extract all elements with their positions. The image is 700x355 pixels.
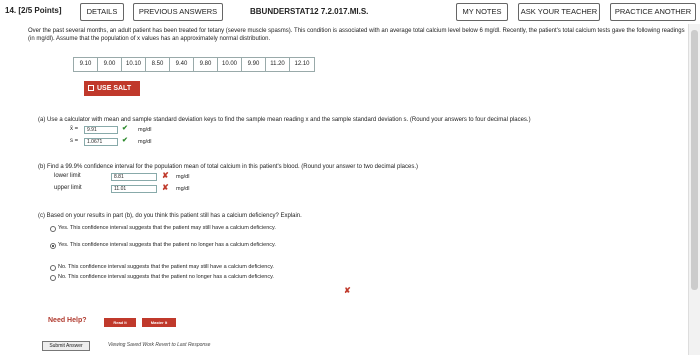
reading-cell: 11.20: [266, 58, 290, 71]
option-2[interactable]: Yes. This confidence interval suggests t…: [50, 242, 378, 249]
question-id: BBUNDERSTAT12 7.2.017.MI.S.: [250, 7, 369, 16]
option-label: No. This confidence interval suggests th…: [58, 264, 274, 270]
scrollbar-thumb[interactable]: [691, 30, 698, 290]
reading-cell: 12.10: [290, 58, 314, 71]
question-intro: Over the past several months, an adult p…: [28, 28, 685, 42]
reading-cell: 9.90: [242, 58, 266, 71]
option-3[interactable]: No. This confidence interval suggests th…: [50, 264, 378, 271]
radio-button[interactable]: [50, 226, 56, 232]
radio-button-selected[interactable]: [50, 243, 56, 249]
reading-cell: 9.40: [170, 58, 194, 71]
need-help-label: Need Help?: [48, 317, 87, 324]
saved-work-links[interactable]: Viewing Saved Work Revert to Last Respon…: [108, 342, 210, 348]
reading-cell: 10.00: [218, 58, 242, 71]
submit-answer-button[interactable]: Submit Answer: [42, 341, 90, 351]
use-salt-button[interactable]: USE SALT: [84, 81, 140, 96]
details-button[interactable]: DETAILS: [80, 3, 124, 21]
option-label: Yes. This confidence interval suggests t…: [58, 242, 276, 248]
question-header: 14. [2/5 Points] DETAILS PREVIOUS ANSWER…: [0, 0, 700, 24]
reading-cell: 10.10: [122, 58, 146, 71]
correct-check-icon: ✔: [122, 125, 128, 132]
reading-cell: 8.50: [146, 58, 170, 71]
read-it-button[interactable]: Read It: [104, 318, 136, 327]
incorrect-x-icon: ✘: [162, 171, 169, 180]
reading-cell: 9.00: [98, 58, 122, 71]
readings-table: 9.10 9.00 10.10 8.50 9.40 9.80 10.00 9.9…: [73, 57, 315, 72]
my-notes-button[interactable]: MY NOTES: [456, 3, 508, 21]
xbar-label: x̄ =: [70, 126, 79, 132]
s-label: s =: [70, 138, 79, 144]
option-label: No. This confidence interval suggests th…: [58, 274, 274, 280]
ask-teacher-button[interactable]: ASK YOUR TEACHER: [518, 3, 600, 21]
option-4[interactable]: No. This confidence interval suggests th…: [50, 274, 378, 281]
lower-limit-label: lower limit: [54, 173, 81, 179]
part-b-prompt: (b) Find a 99.9% confidence interval for…: [38, 164, 419, 170]
s-input[interactable]: 1.0671: [84, 138, 118, 146]
radio-button[interactable]: [50, 275, 56, 281]
part-c-prompt: (c) Based on your results in part (b), d…: [38, 213, 302, 219]
upper-limit-input[interactable]: 11.01: [111, 185, 157, 193]
radio-button[interactable]: [50, 265, 56, 271]
option-label: Yes. This confidence interval suggests t…: [58, 225, 276, 231]
salt-icon: [88, 85, 94, 91]
reading-cell: 9.10: [74, 58, 98, 71]
incorrect-x-icon: ✘: [344, 286, 351, 295]
incorrect-x-icon: ✘: [162, 183, 169, 192]
upper-limit-label: upper limit: [54, 185, 82, 191]
reading-cell: 9.80: [194, 58, 218, 71]
xbar-unit: mg/dl: [138, 127, 152, 133]
master-it-button[interactable]: Master It: [142, 318, 176, 327]
option-1[interactable]: Yes. This confidence interval suggests t…: [50, 225, 378, 232]
upper-limit-unit: mg/dl: [176, 186, 190, 192]
scrollbar[interactable]: [688, 24, 700, 355]
correct-check-icon: ✔: [122, 137, 128, 144]
part-a-prompt: (a) Use a calculator with mean and sampl…: [38, 117, 531, 123]
previous-answers-button[interactable]: PREVIOUS ANSWERS: [133, 3, 223, 21]
question-number: 14. [2/5 Points]: [5, 6, 62, 15]
lower-limit-unit: mg/dl: [176, 174, 190, 180]
lower-limit-input[interactable]: 8.81: [111, 173, 157, 181]
xbar-input[interactable]: 9.91: [84, 126, 118, 134]
practice-another-button[interactable]: PRACTICE ANOTHER: [610, 3, 696, 21]
s-unit: mg/dl: [138, 139, 152, 145]
